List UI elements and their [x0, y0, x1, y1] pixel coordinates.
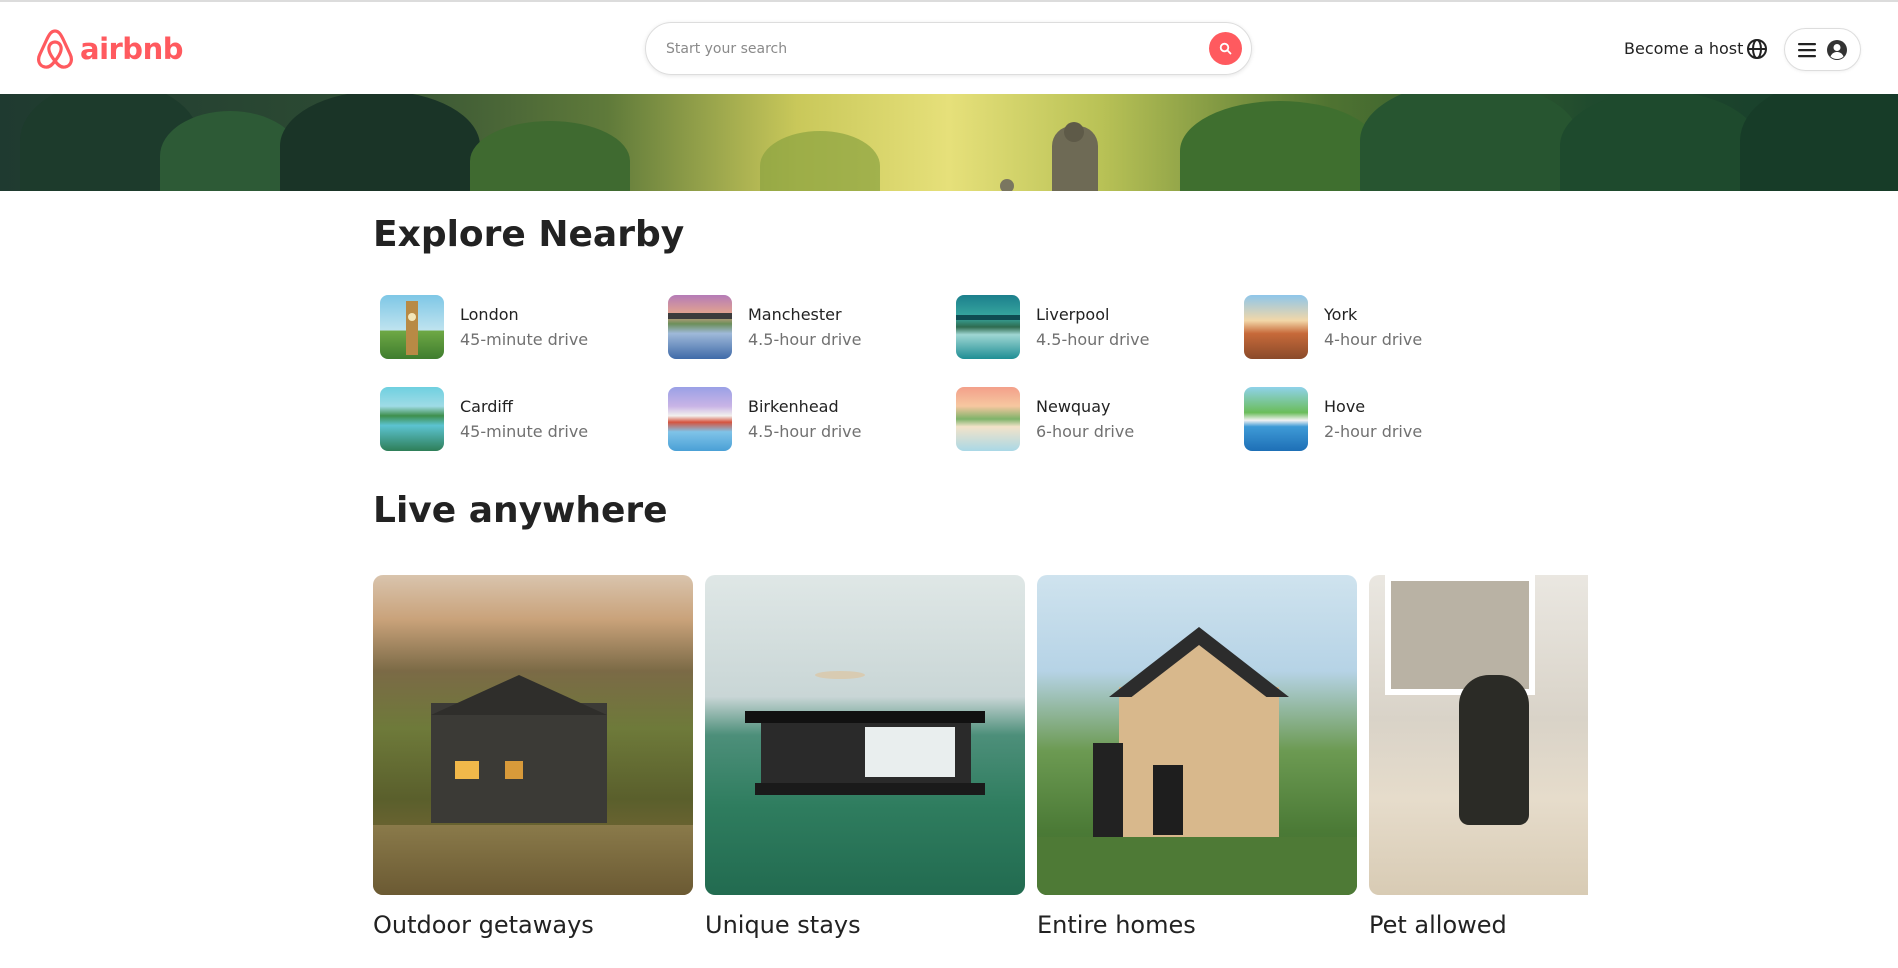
site-header: airbnb Become a host: [0, 2, 1898, 94]
city-name: Liverpool: [1036, 305, 1110, 324]
cardiff-thumbnail: [380, 387, 444, 451]
hove-thumbnail: [1244, 387, 1308, 451]
york-thumbnail: [1244, 295, 1308, 359]
drive-time: 6-hour drive: [1036, 422, 1135, 441]
city-name: Hove: [1324, 397, 1366, 416]
user-menu-button[interactable]: [1784, 28, 1861, 71]
airbnb-logo[interactable]: airbnb: [36, 28, 183, 70]
city-name: Newquay: [1036, 397, 1111, 416]
entire-homes-image: [1037, 575, 1357, 895]
city-name: Cardiff: [460, 397, 513, 416]
card-label: Unique stays: [705, 911, 861, 939]
london-thumbnail: [380, 295, 444, 359]
search-button[interactable]: [1209, 32, 1242, 65]
card-unique-stays[interactable]: Unique stays: [705, 575, 1025, 939]
search-bar[interactable]: [645, 22, 1252, 75]
city-name: York: [1324, 305, 1358, 324]
logo-text: airbnb: [80, 32, 183, 66]
airbnb-logo-icon: [37, 29, 73, 69]
become-host-link[interactable]: Become a host: [1624, 39, 1743, 58]
globe-icon[interactable]: [1746, 38, 1768, 60]
nearby-item-york[interactable]: York 4-hour drive: [1244, 294, 1514, 360]
card-label: Outdoor getaways: [373, 911, 594, 939]
drive-time: 4-hour drive: [1324, 330, 1423, 349]
nearby-item-cardiff[interactable]: Cardiff 45-minute drive: [380, 386, 650, 452]
hero-banner-image: [0, 94, 1898, 191]
carousel-overflow-mask: [1588, 575, 1898, 968]
drive-time: 45-minute drive: [460, 422, 589, 441]
liverpool-thumbnail: [956, 295, 1020, 359]
drive-time: 2-hour drive: [1324, 422, 1423, 441]
card-label: Entire homes: [1037, 911, 1196, 939]
card-outdoor-getaways[interactable]: Outdoor getaways: [373, 575, 693, 939]
user-avatar-icon: [1826, 39, 1847, 60]
nearby-item-liverpool[interactable]: Liverpool 4.5-hour drive: [956, 294, 1226, 360]
city-name: Birkenhead: [748, 397, 839, 416]
nearby-item-birkenhead[interactable]: Birkenhead 4.5-hour drive: [668, 386, 938, 452]
drive-time: 45-minute drive: [460, 330, 589, 349]
drive-time: 4.5-hour drive: [748, 330, 862, 349]
drive-time: 4.5-hour drive: [748, 422, 862, 441]
nearby-item-hove[interactable]: Hove 2-hour drive: [1244, 386, 1514, 452]
search-icon: [1219, 42, 1232, 55]
explore-nearby-title: Explore Nearby: [373, 214, 685, 255]
card-entire-homes[interactable]: Entire homes: [1037, 575, 1357, 939]
unique-stays-image: [705, 575, 1025, 895]
birkenhead-thumbnail: [668, 387, 732, 451]
outdoor-getaways-image: [373, 575, 693, 895]
search-input[interactable]: [666, 40, 1186, 57]
hamburger-menu-icon: [1797, 42, 1816, 57]
drive-time: 4.5-hour drive: [1036, 330, 1150, 349]
manchester-thumbnail: [668, 295, 732, 359]
newquay-thumbnail: [956, 387, 1020, 451]
nearby-item-london[interactable]: London 45-minute drive: [380, 294, 650, 360]
nearby-item-newquay[interactable]: Newquay 6-hour drive: [956, 386, 1226, 452]
live-anywhere-title: Live anywhere: [373, 490, 668, 531]
nearby-item-manchester[interactable]: Manchester 4.5-hour drive: [668, 294, 938, 360]
city-name: London: [460, 305, 519, 324]
city-name: Manchester: [748, 305, 842, 324]
